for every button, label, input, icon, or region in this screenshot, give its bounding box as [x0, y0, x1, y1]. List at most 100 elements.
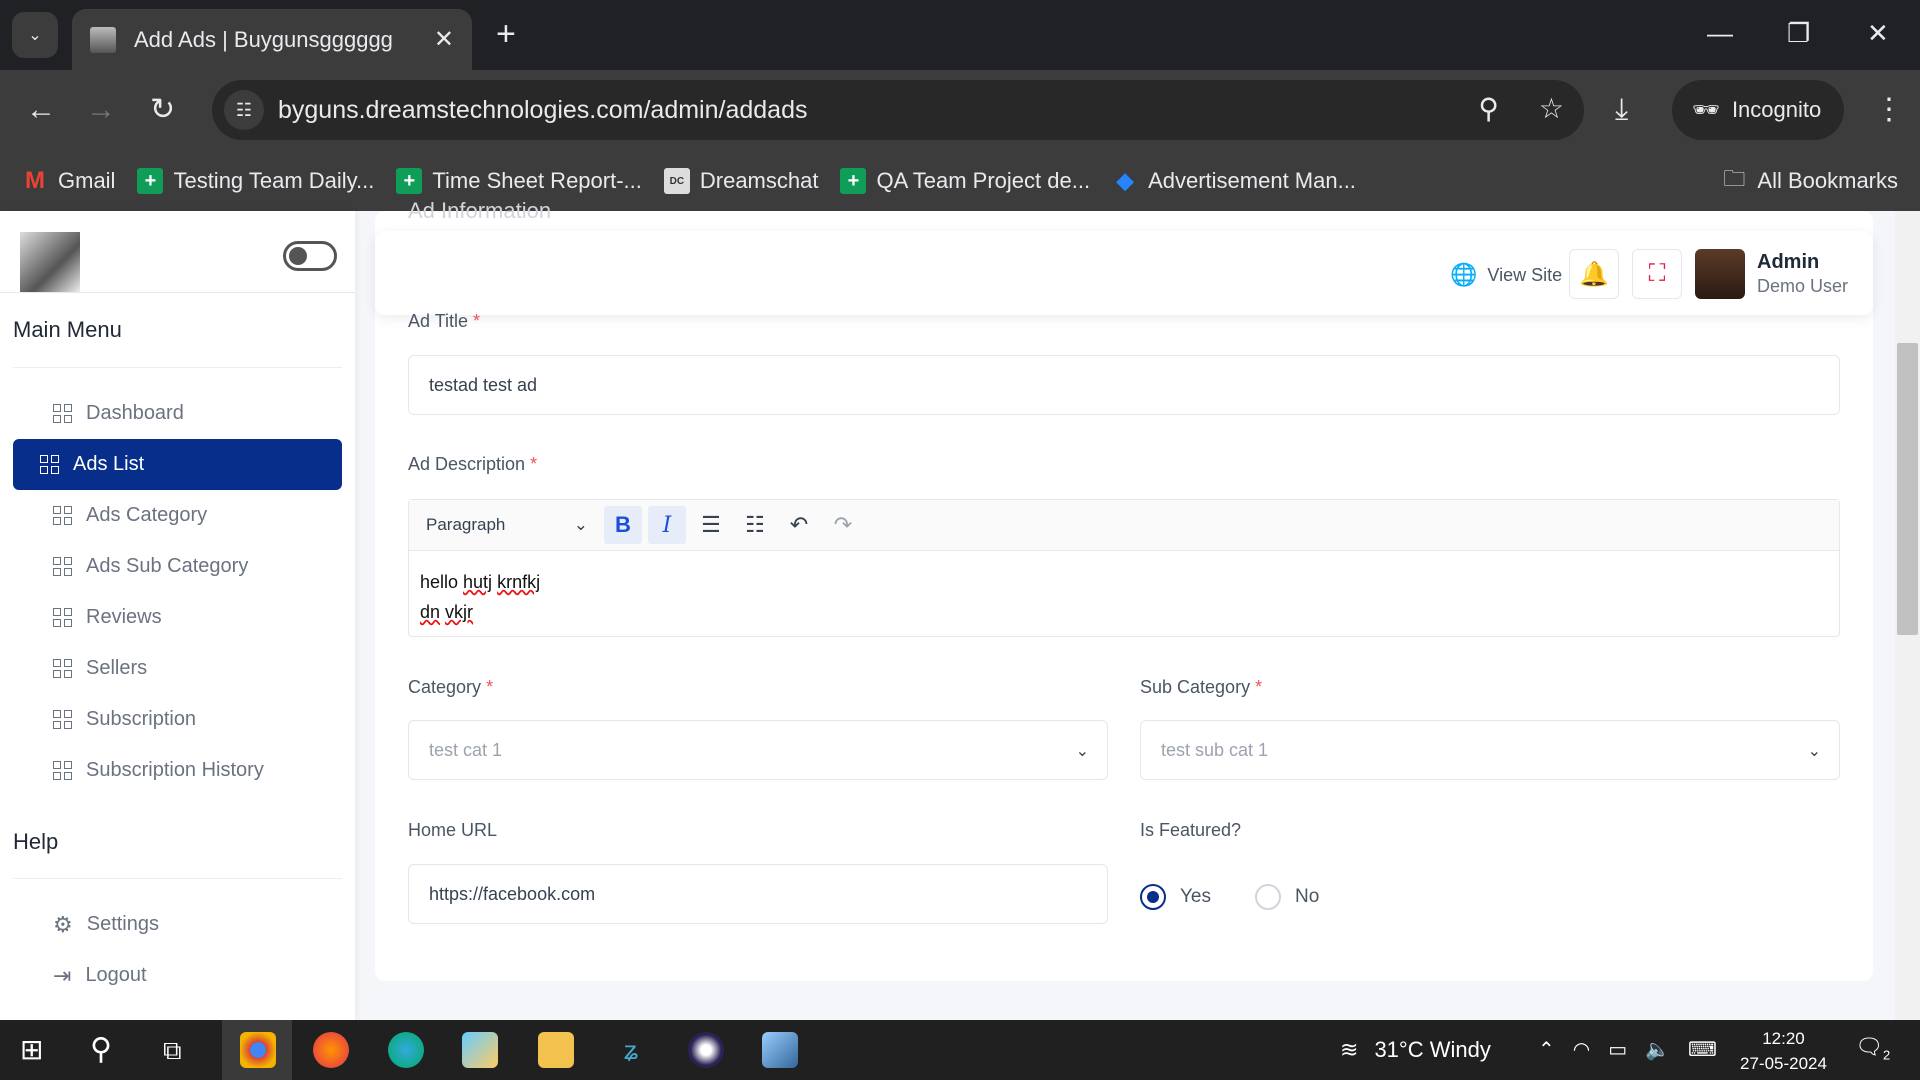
editor-content[interactable]: hello hutj krnfkj dn vkjr: [409, 551, 1839, 643]
editor-toolbar: Paragraph ⌄ B I ☰ ☷ ↶ ↷: [409, 500, 1839, 551]
time-text: 12:20: [1762, 1029, 1805, 1048]
numbered-list-icon[interactable]: ☷: [736, 506, 774, 544]
sidebar-item-ads-list[interactable]: Ads List: [13, 439, 342, 490]
sidebar-item-reviews[interactable]: Reviews: [13, 592, 342, 643]
admin-name: Admin: [1757, 251, 1820, 273]
firefox-icon[interactable]: [313, 1032, 349, 1068]
editor-line: dn vkjr: [420, 597, 1828, 627]
sidebar-item-settings[interactable]: ⚙ Settings: [13, 899, 342, 950]
sidebar-item-ads-sub-category[interactable]: Ads Sub Category: [13, 541, 342, 592]
bookmark-qa-team[interactable]: + QA Team Project de...: [840, 168, 1090, 194]
sidebar-item-subscription[interactable]: Subscription: [13, 694, 342, 745]
home-url-input[interactable]: https://facebook.com: [408, 864, 1108, 924]
category-value: test cat 1: [429, 739, 503, 760]
zoom-icon[interactable]: ⚲: [1478, 92, 1499, 125]
paint-icon[interactable]: [462, 1032, 498, 1068]
avatar[interactable]: [1695, 249, 1745, 299]
incognito-badge[interactable]: 🕶 Incognito: [1672, 80, 1844, 140]
ad-title-input[interactable]: testad test ad: [408, 355, 1840, 415]
bookmark-dreamschat[interactable]: DC Dreamschat: [663, 168, 818, 194]
sheets-icon: +: [396, 168, 423, 194]
sidebar-item-logout[interactable]: ⇥ Logout: [13, 950, 342, 1001]
chevron-up-icon: ⌃: [1538, 1039, 1555, 1061]
scrollbar-thumb[interactable]: [1897, 343, 1918, 635]
help-heading: Help: [13, 829, 59, 854]
minimize-icon[interactable]: —: [1707, 18, 1733, 49]
fullscreen-button[interactable]: ⛶: [1632, 249, 1682, 299]
sidebar-item-sellers[interactable]: Sellers: [13, 643, 342, 694]
misspelled-word: dn: [420, 602, 441, 622]
download-icon[interactable]: ⤓: [1615, 90, 1628, 130]
label-text: Category: [408, 677, 482, 697]
bulleted-list-icon[interactable]: ☰: [692, 506, 730, 544]
weather-widget[interactable]: ≋ 31°C Windy: [1340, 1037, 1491, 1063]
required-mark: *: [473, 311, 481, 331]
redo-icon[interactable]: ↷: [824, 506, 862, 544]
logo[interactable]: [20, 232, 80, 292]
notepad-icon[interactable]: [762, 1032, 798, 1068]
app-icon[interactable]: ʑ: [613, 1032, 649, 1068]
required-mark: *: [486, 677, 494, 697]
bookmark-advertisement[interactable]: ◆ Advertisement Man...: [1112, 168, 1356, 194]
forward-icon[interactable]: →: [86, 90, 116, 130]
category-label: Category *: [408, 677, 493, 698]
clock[interactable]: 12:20 27-05-2024: [1740, 1026, 1827, 1076]
bookmark-label: Testing Team Daily...: [173, 168, 375, 193]
site-info-icon[interactable]: ☷: [224, 90, 264, 130]
all-bookmarks[interactable]: 🗀 All Bookmarks: [1723, 162, 1898, 200]
bold-button[interactable]: B: [604, 506, 642, 544]
paragraph-dropdown[interactable]: Paragraph ⌄: [426, 515, 604, 535]
address-bar[interactable]: ☷ byguns.dreamstechnologies.com/admin/ad…: [212, 80, 1584, 140]
restore-icon[interactable]: ❐: [1787, 18, 1810, 49]
notification-button[interactable]: 🔔: [1569, 249, 1619, 299]
bookmark-star-icon[interactable]: ☆: [1539, 92, 1564, 125]
misspelled-word: hutj: [463, 572, 493, 592]
sidebar-item-label: Subscription History: [86, 759, 264, 781]
subcategory-select[interactable]: test sub cat 1 ⌄: [1140, 720, 1840, 780]
keyboard-icon: ⌨: [1688, 1039, 1717, 1061]
ad-title-label: Ad Title *: [408, 311, 480, 332]
featured-yes-radio[interactable]: [1140, 884, 1166, 910]
grid-icon: [53, 761, 72, 780]
required-mark: *: [530, 454, 538, 474]
notification-center-icon[interactable]: 🗨2: [1855, 1034, 1890, 1062]
search-icon[interactable]: ⚲: [90, 1032, 126, 1068]
system-tray[interactable]: ⌃ ◠ ▭ 🔈 ⌨: [1538, 1037, 1717, 1062]
bookmark-label: QA Team Project de...: [876, 168, 1091, 193]
windows-start-icon[interactable]: ⊞: [20, 1032, 56, 1068]
sidebar-item-ads-category[interactable]: Ads Category: [13, 490, 342, 541]
view-site-link[interactable]: 🌐 View Site: [1450, 262, 1562, 288]
task-view-icon[interactable]: ⧉: [163, 1032, 199, 1068]
bookmark-time-sheet[interactable]: + Time Sheet Report-...: [396, 168, 642, 194]
label-text: Ad Description: [408, 454, 526, 474]
sidebar-item-label: Logout: [85, 964, 147, 986]
close-tab-icon[interactable]: ✕: [434, 25, 454, 54]
bookmark-testing-team[interactable]: + Testing Team Daily...: [137, 168, 374, 194]
tab-search-button[interactable]: ⌄: [12, 12, 58, 58]
edge-icon[interactable]: [388, 1032, 424, 1068]
close-window-icon[interactable]: ✕: [1867, 18, 1889, 49]
taskbar: ⊞ ⚲ ⧉ ʑ ≋ 31°C Windy ⌃ ◠ ▭ 🔈 ⌨ 12:20 27-05…: [0, 1020, 1920, 1080]
category-select[interactable]: test cat 1 ⌄: [408, 720, 1108, 780]
sidebar-item-subscription-history[interactable]: Subscription History: [13, 745, 342, 796]
bookmark-label: Advertisement Man...: [1148, 168, 1356, 193]
globe-icon: 🌐: [1450, 262, 1478, 287]
back-icon[interactable]: ←: [26, 90, 56, 130]
reload-icon[interactable]: ↻: [150, 90, 175, 130]
featured-no-radio[interactable]: [1255, 884, 1281, 910]
navigation-bar: ← → ↻ ☷ byguns.dreamstechnologies.com/ad…: [0, 70, 1920, 151]
browser-tab[interactable]: Add Ads | Buygunsgggggg ✕: [72, 9, 472, 70]
bookmark-gmail[interactable]: M Gmail: [22, 167, 115, 194]
sidebar-item-dashboard[interactable]: Dashboard: [13, 388, 342, 439]
grid-icon: [53, 506, 72, 525]
eclipse-icon[interactable]: [688, 1032, 724, 1068]
paragraph-label: Paragraph: [426, 515, 506, 534]
italic-button[interactable]: I: [648, 506, 686, 544]
logout-icon: ⇥: [53, 962, 72, 988]
file-explorer-icon[interactable]: [538, 1032, 574, 1068]
sidebar-toggle[interactable]: [283, 241, 337, 271]
more-menu-icon[interactable]: ⋮: [1874, 90, 1904, 130]
date-text: 27-05-2024: [1740, 1054, 1827, 1073]
undo-icon[interactable]: ↶: [780, 506, 818, 544]
new-tab-button[interactable]: +: [496, 16, 516, 52]
